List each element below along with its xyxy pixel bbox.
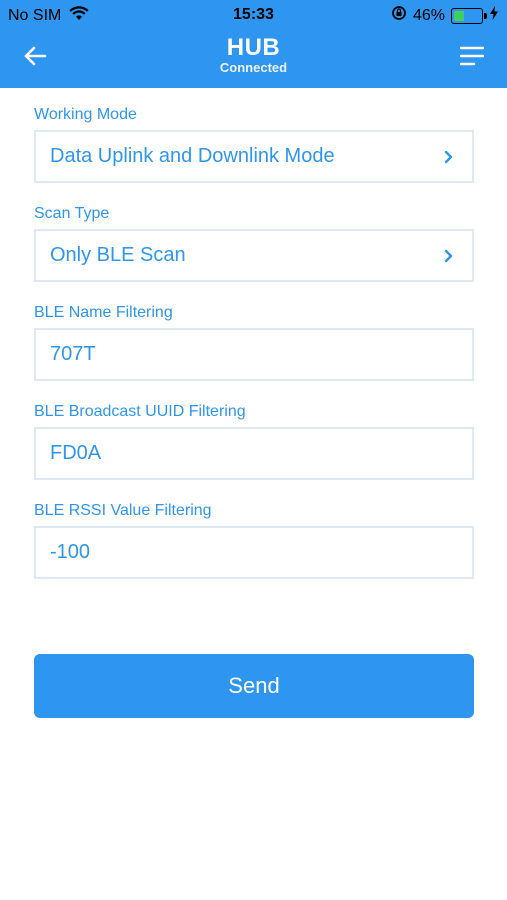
app-screen: No SIM 15:33 46% HUB Connected Working M… [0,0,507,900]
working-mode-select[interactable]: Data Uplink and Downlink Mode [34,130,474,183]
ble-uuid-filter-label: BLE Broadcast UUID Filtering [34,403,246,420]
battery-percent: 46% [412,6,445,24]
ble-uuid-filter-input[interactable]: FD0A [34,427,474,480]
working-mode-label: Working Mode [34,106,137,123]
charging-icon [489,6,499,25]
working-mode-field: Working Mode Data Uplink and Downlink Mo… [34,104,474,183]
ble-name-filter-label: BLE Name Filtering [34,304,173,321]
ble-uuid-filter-value: FD0A [50,442,102,464]
settings-form: Working Mode Data Uplink and Downlink Mo… [34,104,474,599]
chevron-right-icon [440,247,458,265]
page-title: HUB [226,34,281,61]
nav-bar: HUB Connected [0,30,507,88]
chevron-right-icon [440,148,458,166]
header: No SIM 15:33 46% HUB Connected [0,0,507,88]
ble-rssi-filter-label: BLE RSSI Value Filtering [34,502,212,519]
scan-type-label: Scan Type [34,205,110,222]
ble-name-filter-value: 707T [50,343,96,365]
connection-status: Connected [219,60,288,75]
menu-button[interactable] [455,43,489,73]
ble-rssi-filter-field: BLE RSSI Value Filtering -100 [34,500,474,579]
orientation-lock-icon [391,5,407,26]
scan-type-value: Only BLE Scan [50,244,186,266]
scan-type-select[interactable]: Only BLE Scan [34,229,474,282]
ble-uuid-filter-field: BLE Broadcast UUID Filtering FD0A [34,401,474,480]
working-mode-value: Data Uplink and Downlink Mode [50,145,335,167]
status-right: 46% [391,5,499,26]
battery-level [454,10,464,21]
ble-rssi-filter-value: -100 [50,541,91,563]
send-button[interactable]: Send [34,654,474,718]
status-bar: No SIM 15:33 46% [0,0,507,30]
ble-name-filter-field: BLE Name Filtering 707T [34,302,474,381]
scan-type-field: Scan Type Only BLE Scan [34,203,474,282]
title-block: HUB Connected [0,34,507,75]
ble-rssi-filter-input[interactable]: -100 [34,526,474,579]
ble-name-filter-input[interactable]: 707T [34,328,474,381]
menu-icon [459,46,485,71]
battery-icon [451,7,487,24]
